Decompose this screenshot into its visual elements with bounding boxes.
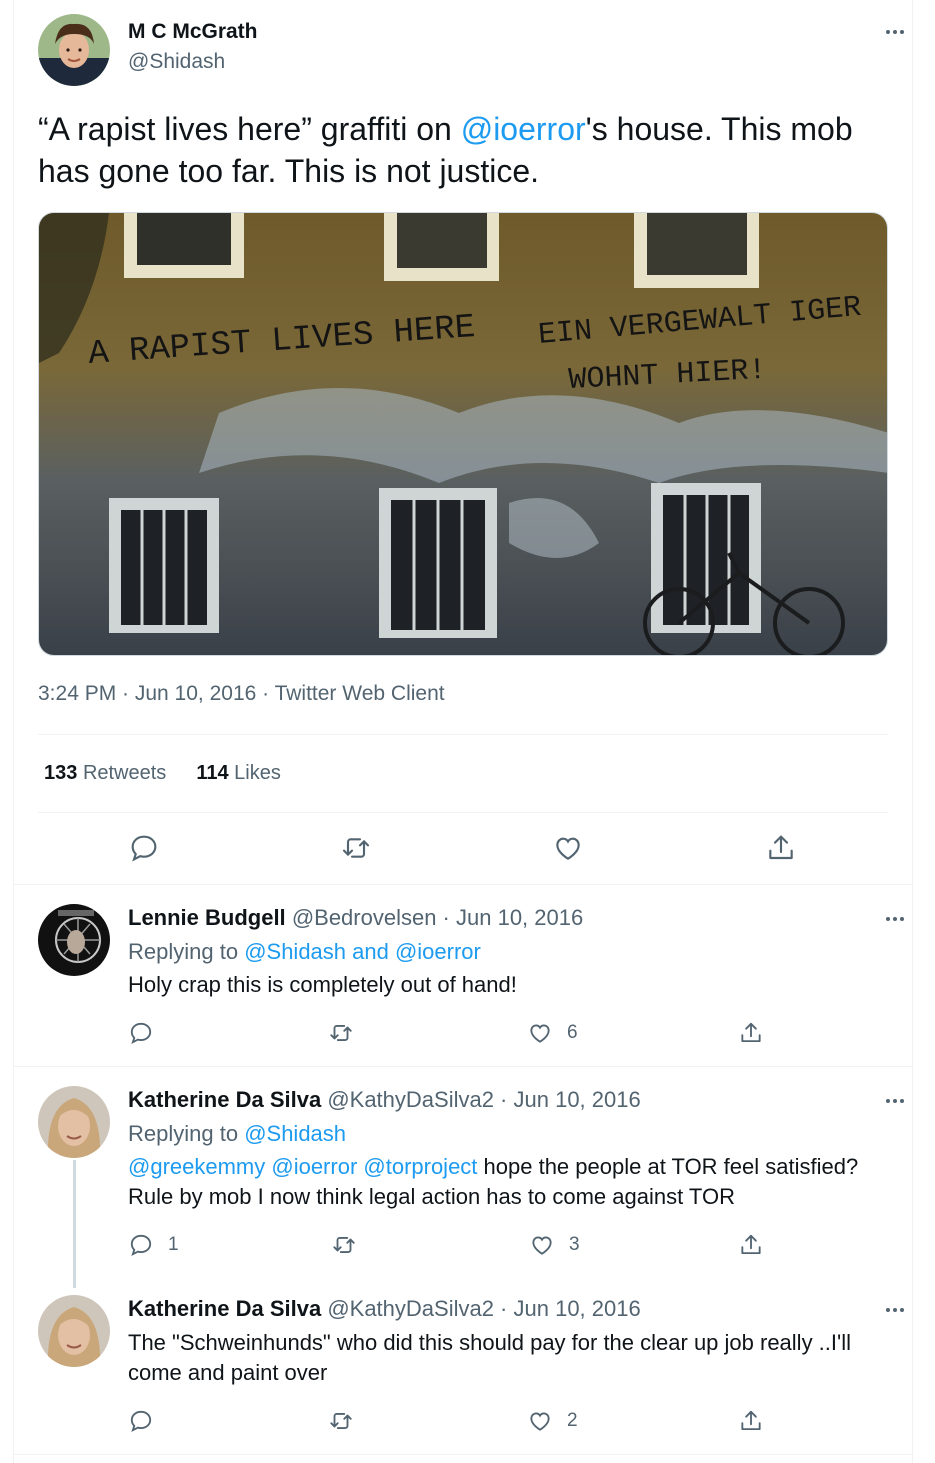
reply-author-name[interactable]: Katherine Da Silva — [128, 1087, 321, 1112]
retweet-button[interactable] — [328, 1407, 354, 1435]
share-icon[interactable] — [765, 832, 797, 864]
reply-text: The "Schweinhunds" who did this should p… — [128, 1330, 851, 1385]
likes-label: Likes — [234, 762, 281, 784]
reply-header: Katherine Da Silva @KathyDaSilva2 · Jun … — [128, 1296, 641, 1322]
reply-author-handle[interactable]: @Bedrovelsen · Jun 10, 2016 — [292, 905, 583, 930]
mention-links[interactable]: @greekemmy @ioerror @torproject — [128, 1154, 477, 1179]
tweet-photo[interactable]: A RAPIST LIVES HERE EIN VERGEWALT IGER W… — [38, 212, 888, 656]
divider — [38, 734, 888, 735]
share-icon — [741, 1410, 761, 1431]
like-button[interactable]: 2 — [527, 1407, 578, 1435]
reply-avatar[interactable] — [38, 1295, 110, 1367]
like-icon — [532, 1236, 552, 1255]
retweets-label: Retweets — [82, 762, 167, 784]
like-count: 3 — [569, 1234, 580, 1255]
reply-header: Lennie Budgell @Bedrovelsen · Jun 10, 20… — [128, 905, 583, 931]
reply-text: Holy crap this is completely out of hand… — [128, 972, 517, 997]
like-icon — [530, 1412, 550, 1431]
divider — [14, 1454, 912, 1455]
tweet-text-part: “A rapist lives here” graffiti on — [38, 111, 461, 147]
reply-button[interactable] — [128, 1019, 154, 1047]
thread-connector — [73, 1160, 76, 1288]
tweet-text: “A rapist lives here” graffiti on @ioerr… — [38, 108, 898, 192]
more-icon[interactable] — [881, 1091, 909, 1111]
share-button[interactable] — [738, 1407, 764, 1435]
likes-stat[interactable]: 114 Likes — [196, 762, 281, 785]
like-button[interactable]: 3 — [529, 1231, 580, 1259]
retweets-stat[interactable]: 133 Retweets — [44, 762, 166, 785]
like-icon[interactable] — [552, 832, 584, 864]
replying-prefix: Replying to — [128, 1121, 245, 1146]
reply-author-name[interactable]: Katherine Da Silva — [128, 1296, 321, 1321]
replying-to-link[interactable]: @Shidash — [244, 1121, 346, 1146]
retweet-icon — [330, 1413, 352, 1429]
replying-to-link[interactable]: @Shidash and @ioerror — [244, 939, 481, 964]
more-icon[interactable] — [881, 22, 909, 42]
tweet-timestamp[interactable]: 3:24 PM · Jun 10, 2016 · Twitter Web Cli… — [38, 682, 445, 706]
share-button[interactable] — [738, 1019, 764, 1047]
share-button[interactable] — [738, 1231, 764, 1259]
retweet-icon[interactable] — [340, 832, 372, 864]
reply-icon — [130, 1410, 152, 1433]
like-button[interactable]: 6 — [527, 1019, 578, 1047]
reply-button[interactable]: 1 — [128, 1231, 179, 1259]
share-icon — [741, 1234, 761, 1255]
reply-icon[interactable] — [128, 832, 160, 864]
replying-prefix: Replying to — [128, 939, 245, 964]
more-icon[interactable] — [881, 909, 909, 929]
reply-header: Katherine Da Silva @KathyDaSilva2 · Jun … — [128, 1087, 641, 1113]
reply-author-handle[interactable]: @KathyDaSilva2 · Jun 10, 2016 — [327, 1087, 640, 1112]
reply-avatar[interactable] — [38, 1086, 110, 1158]
divider — [14, 884, 912, 885]
author-name[interactable]: M C McGrath — [128, 20, 258, 44]
retweet-icon — [333, 1237, 355, 1253]
replying-to: Replying to @Shidash and @ioerror — [128, 939, 481, 965]
retweet-button[interactable] — [328, 1019, 354, 1047]
like-icon — [530, 1024, 550, 1043]
divider — [14, 1066, 912, 1067]
reply-icon — [130, 1022, 152, 1045]
share-icon — [741, 1022, 761, 1043]
reply-author-name[interactable]: Lennie Budgell — [128, 905, 286, 930]
mention-link[interactable]: @ioerror — [461, 111, 586, 147]
reply-button[interactable] — [128, 1407, 154, 1435]
reply-icon — [130, 1234, 152, 1257]
retweets-count: 133 — [44, 762, 78, 784]
replying-to: Replying to @Shidash — [128, 1121, 346, 1147]
retweet-button[interactable] — [331, 1231, 357, 1259]
tweet-stats: 133 Retweets 114 Likes — [44, 762, 281, 785]
author-handle[interactable]: @Shidash — [128, 50, 225, 74]
reply-author-handle[interactable]: @KathyDaSilva2 · Jun 10, 2016 — [327, 1296, 640, 1321]
more-icon[interactable] — [881, 1300, 909, 1320]
like-count: 6 — [567, 1022, 578, 1043]
author-avatar[interactable] — [38, 14, 110, 86]
like-count: 2 — [567, 1410, 578, 1431]
likes-count: 114 — [196, 762, 229, 784]
reply-avatar[interactable] — [38, 904, 110, 976]
divider — [38, 812, 888, 813]
retweet-icon — [330, 1025, 352, 1041]
reply-count: 1 — [168, 1234, 179, 1255]
reply-text: @greekemmy @ioerror @torproject hope the… — [128, 1152, 888, 1212]
